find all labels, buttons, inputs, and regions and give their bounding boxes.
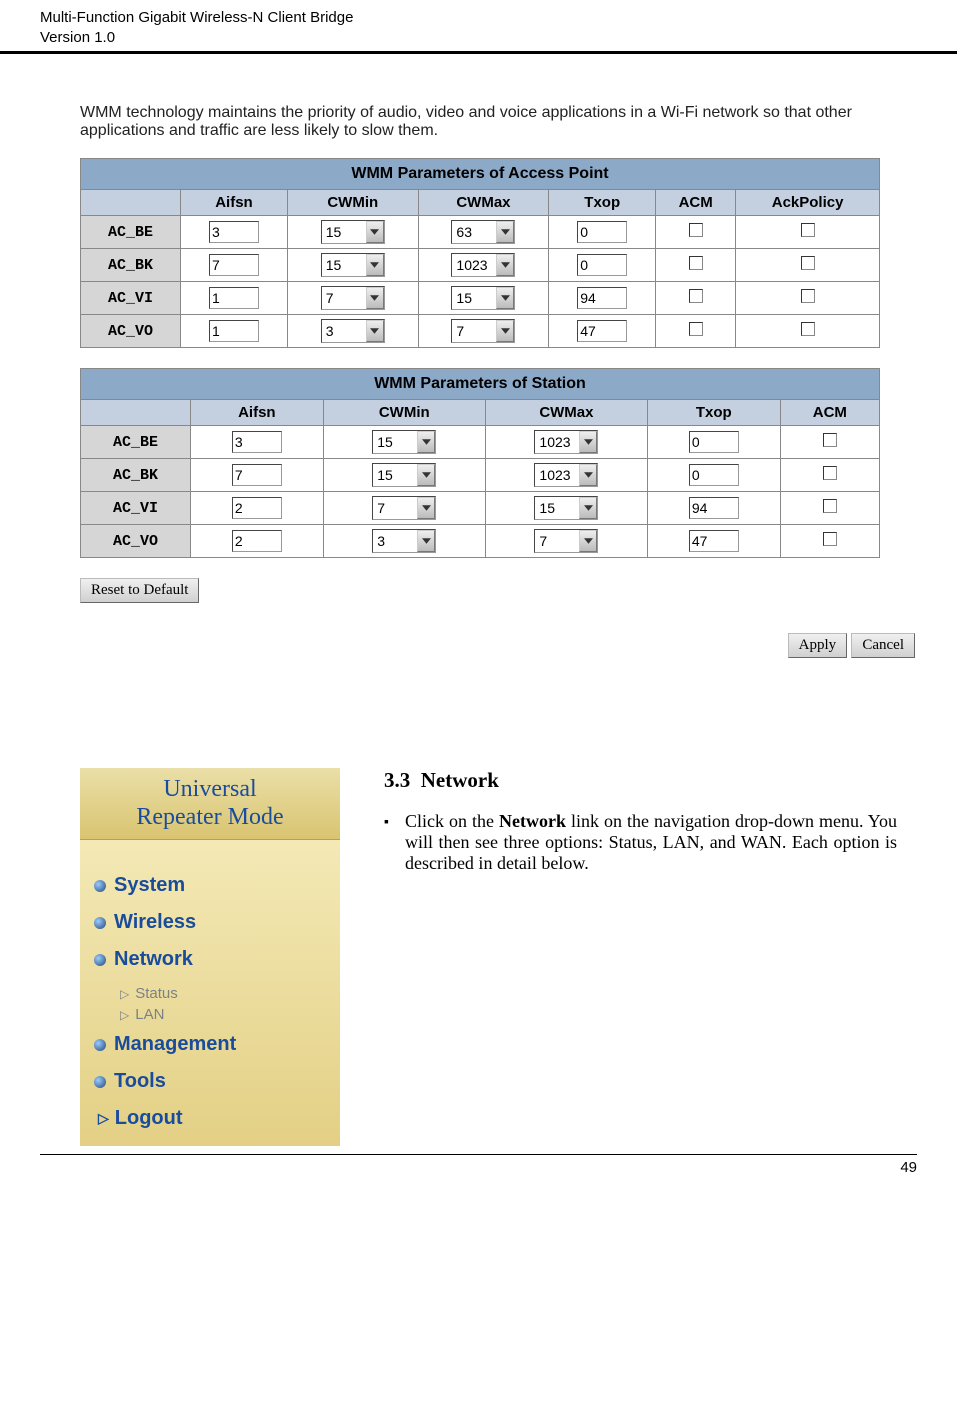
section-network: 3.3 Network ▪ Click on the Network link … xyxy=(340,768,917,874)
triangle-icon: ▷ xyxy=(98,1110,109,1127)
wmm-ap-title: WMM Parameters of Access Point xyxy=(81,159,880,190)
aifsn-input[interactable] xyxy=(232,431,282,453)
cwmin-select[interactable]: 7 xyxy=(372,496,436,520)
nav-system[interactable]: System xyxy=(94,874,330,897)
bullet-icon xyxy=(94,880,106,892)
cwmax-select[interactable]: 7 xyxy=(534,529,598,553)
cwmax-select[interactable]: 7 xyxy=(451,319,515,343)
triangle-icon: ▷ xyxy=(120,1008,129,1022)
triangle-icon: ▷ xyxy=(120,987,129,1001)
acm-checkbox[interactable] xyxy=(689,256,703,270)
reset-button[interactable]: Reset to Default xyxy=(80,578,199,603)
acm-checkbox[interactable] xyxy=(689,223,703,237)
chevron-down-icon xyxy=(579,464,597,486)
aifsn-input[interactable] xyxy=(209,221,259,243)
chevron-down-icon xyxy=(366,287,384,309)
acm-checkbox[interactable] xyxy=(823,532,837,546)
cwmin-select[interactable]: 15 xyxy=(372,430,436,454)
apply-button[interactable]: Apply xyxy=(788,633,848,658)
chevron-down-icon xyxy=(366,221,384,243)
txop-input[interactable] xyxy=(689,464,739,486)
chevron-down-icon xyxy=(496,221,514,243)
chevron-down-icon xyxy=(579,497,597,519)
txop-input[interactable] xyxy=(577,320,627,342)
cwmax-select[interactable]: 1023 xyxy=(534,430,598,454)
nav-tools[interactable]: Tools xyxy=(94,1070,330,1093)
bullet-icon xyxy=(94,1076,106,1088)
cwmax-select[interactable]: 1023 xyxy=(451,253,515,277)
nav-network-lan[interactable]: ▷LAN xyxy=(120,1006,330,1023)
nav-wireless[interactable]: Wireless xyxy=(94,911,330,934)
bullet-icon xyxy=(94,1039,106,1051)
nav-network[interactable]: Network xyxy=(94,948,330,971)
chevron-down-icon xyxy=(366,320,384,342)
cwmin-select[interactable]: 15 xyxy=(372,463,436,487)
section-paragraph: ▪ Click on the Network link on the navig… xyxy=(384,811,897,874)
txop-input[interactable] xyxy=(689,530,739,552)
ackpolicy-checkbox[interactable] xyxy=(801,289,815,303)
wmm-station-title: WMM Parameters of Station xyxy=(81,369,880,400)
acm-checkbox[interactable] xyxy=(689,289,703,303)
chevron-down-icon xyxy=(496,320,514,342)
cancel-button[interactable]: Cancel xyxy=(851,633,915,658)
aifsn-input[interactable] xyxy=(209,254,259,276)
aifsn-input[interactable] xyxy=(209,287,259,309)
txop-input[interactable] xyxy=(577,254,627,276)
acm-checkbox[interactable] xyxy=(689,322,703,336)
txop-input[interactable] xyxy=(689,431,739,453)
aifsn-input[interactable] xyxy=(232,464,282,486)
cwmin-select[interactable]: 3 xyxy=(372,529,436,553)
cwmin-select[interactable]: 3 xyxy=(321,319,385,343)
bullet-icon xyxy=(94,917,106,929)
acm-checkbox[interactable] xyxy=(823,466,837,480)
page-footer: 49 xyxy=(40,1154,917,1176)
nav-title: Universal Repeater Mode xyxy=(80,768,340,840)
ackpolicy-checkbox[interactable] xyxy=(801,322,815,336)
nav-management[interactable]: Management xyxy=(94,1033,330,1056)
nav-sidebar: Universal Repeater Mode System Wireless … xyxy=(80,768,340,1146)
ackpolicy-checkbox[interactable] xyxy=(801,256,815,270)
txop-input[interactable] xyxy=(577,221,627,243)
aifsn-input[interactable] xyxy=(232,497,282,519)
cwmin-select[interactable]: 15 xyxy=(321,253,385,277)
ackpolicy-checkbox[interactable] xyxy=(801,223,815,237)
txop-input[interactable] xyxy=(577,287,627,309)
chevron-down-icon xyxy=(496,254,514,276)
chevron-down-icon xyxy=(496,287,514,309)
section-heading: 3.3 Network xyxy=(384,768,897,793)
chevron-down-icon xyxy=(417,431,435,453)
chevron-down-icon xyxy=(417,497,435,519)
cwmin-select[interactable]: 15 xyxy=(321,220,385,244)
acm-checkbox[interactable] xyxy=(823,433,837,447)
page-number: 49 xyxy=(900,1159,917,1176)
bullet-icon xyxy=(94,954,106,966)
cwmin-select[interactable]: 7 xyxy=(321,286,385,310)
wmm-ap-table: WMM Parameters of Access Point Aifsn CWM… xyxy=(80,158,880,348)
square-bullet-icon: ▪ xyxy=(384,815,389,874)
chevron-down-icon xyxy=(417,464,435,486)
chevron-down-icon xyxy=(579,530,597,552)
cwmax-select[interactable]: 1023 xyxy=(534,463,598,487)
nav-network-status[interactable]: ▷Status xyxy=(120,985,330,1002)
cwmax-select[interactable]: 63 xyxy=(451,220,515,244)
txop-input[interactable] xyxy=(689,497,739,519)
acm-checkbox[interactable] xyxy=(823,499,837,513)
nav-logout[interactable]: ▷Logout xyxy=(98,1107,330,1130)
aifsn-input[interactable] xyxy=(209,320,259,342)
header-version: Version 1.0 xyxy=(40,28,917,48)
page-header: Multi-Function Gigabit Wireless-N Client… xyxy=(0,0,957,54)
main-content: WMM technology maintains the priority of… xyxy=(0,104,957,1146)
chevron-down-icon xyxy=(366,254,384,276)
cwmax-select[interactable]: 15 xyxy=(451,286,515,310)
chevron-down-icon xyxy=(417,530,435,552)
cwmax-select[interactable]: 15 xyxy=(534,496,598,520)
intro-text: WMM technology maintains the priority of… xyxy=(80,104,917,140)
wmm-station-table: WMM Parameters of Station Aifsn CWMin CW… xyxy=(80,368,880,558)
header-title: Multi-Function Gigabit Wireless-N Client… xyxy=(40,8,917,28)
aifsn-input[interactable] xyxy=(232,530,282,552)
chevron-down-icon xyxy=(579,431,597,453)
